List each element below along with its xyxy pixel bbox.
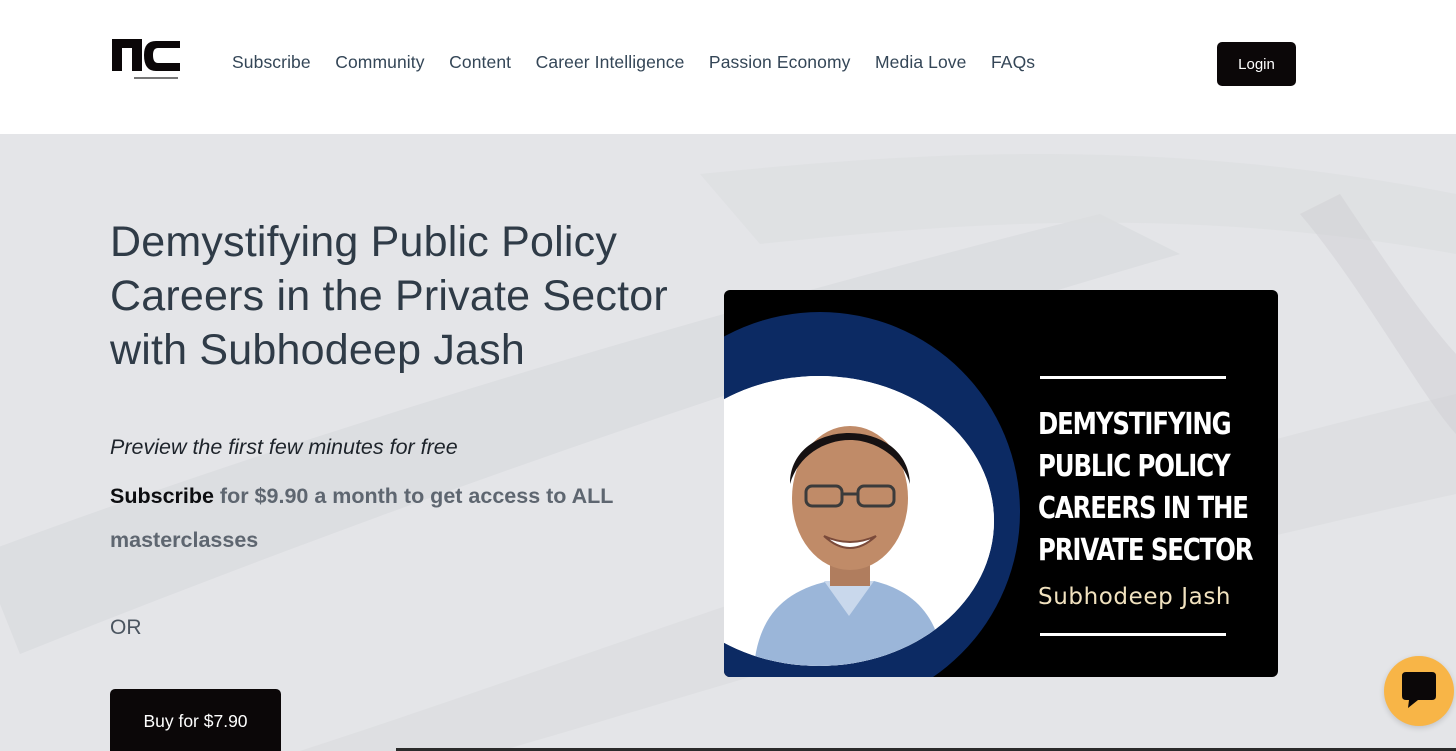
buy-button[interactable]: Buy for $7.90 [110,689,281,751]
thumbnail-title: DEMYSTIFYING PUBLIC POLICY CAREERS IN TH… [1038,404,1254,572]
preview-note: Preview the first few minutes for free [110,435,458,459]
thumbnail-bottom-rule [1040,633,1226,636]
or-separator: OR [110,616,142,639]
chat-bubble-icon [1402,672,1436,708]
nav-faqs[interactable]: FAQs [991,52,1035,73]
site-header: Subscribe Community Content Career Intel… [0,0,1456,134]
chat-button[interactable] [1384,656,1454,726]
subscription-offer: Subscribe for $9.90 a month to get acces… [110,474,670,562]
hero-section: Demystifying Public Policy Careers in th… [0,134,1456,751]
masterclass-thumbnail: DEMYSTIFYING PUBLIC POLICY CAREERS IN TH… [724,290,1278,677]
thumbnail-top-rule [1040,376,1226,379]
thumbnail-title-line: DEMYSTIFYING [1038,407,1232,442]
nav-passion-economy[interactable]: Passion Economy [709,52,851,73]
nav-career-intelligence[interactable]: Career Intelligence [536,52,685,73]
network-capital-logo[interactable] [112,37,182,87]
page-title: Demystifying Public Policy Careers in th… [110,218,668,374]
thumbnail-title-line: PUBLIC POLICY [1038,449,1231,484]
subscribe-link[interactable]: Subscribe [110,484,214,508]
thumbnail-title-line: CAREERS IN THE [1038,491,1249,526]
thumbnail-speaker-name: Subhodeep Jash [1038,584,1232,610]
nav-content[interactable]: Content [449,52,511,73]
login-button[interactable]: Login [1217,42,1296,86]
nav-community[interactable]: Community [335,52,424,73]
main-nav: Subscribe Community Content Career Intel… [232,52,1060,73]
nav-subscribe[interactable]: Subscribe [232,52,311,73]
nav-media-love[interactable]: Media Love [875,52,966,73]
logo-mark-icon [112,39,180,79]
thumbnail-title-line: PRIVATE SECTOR [1038,533,1254,568]
